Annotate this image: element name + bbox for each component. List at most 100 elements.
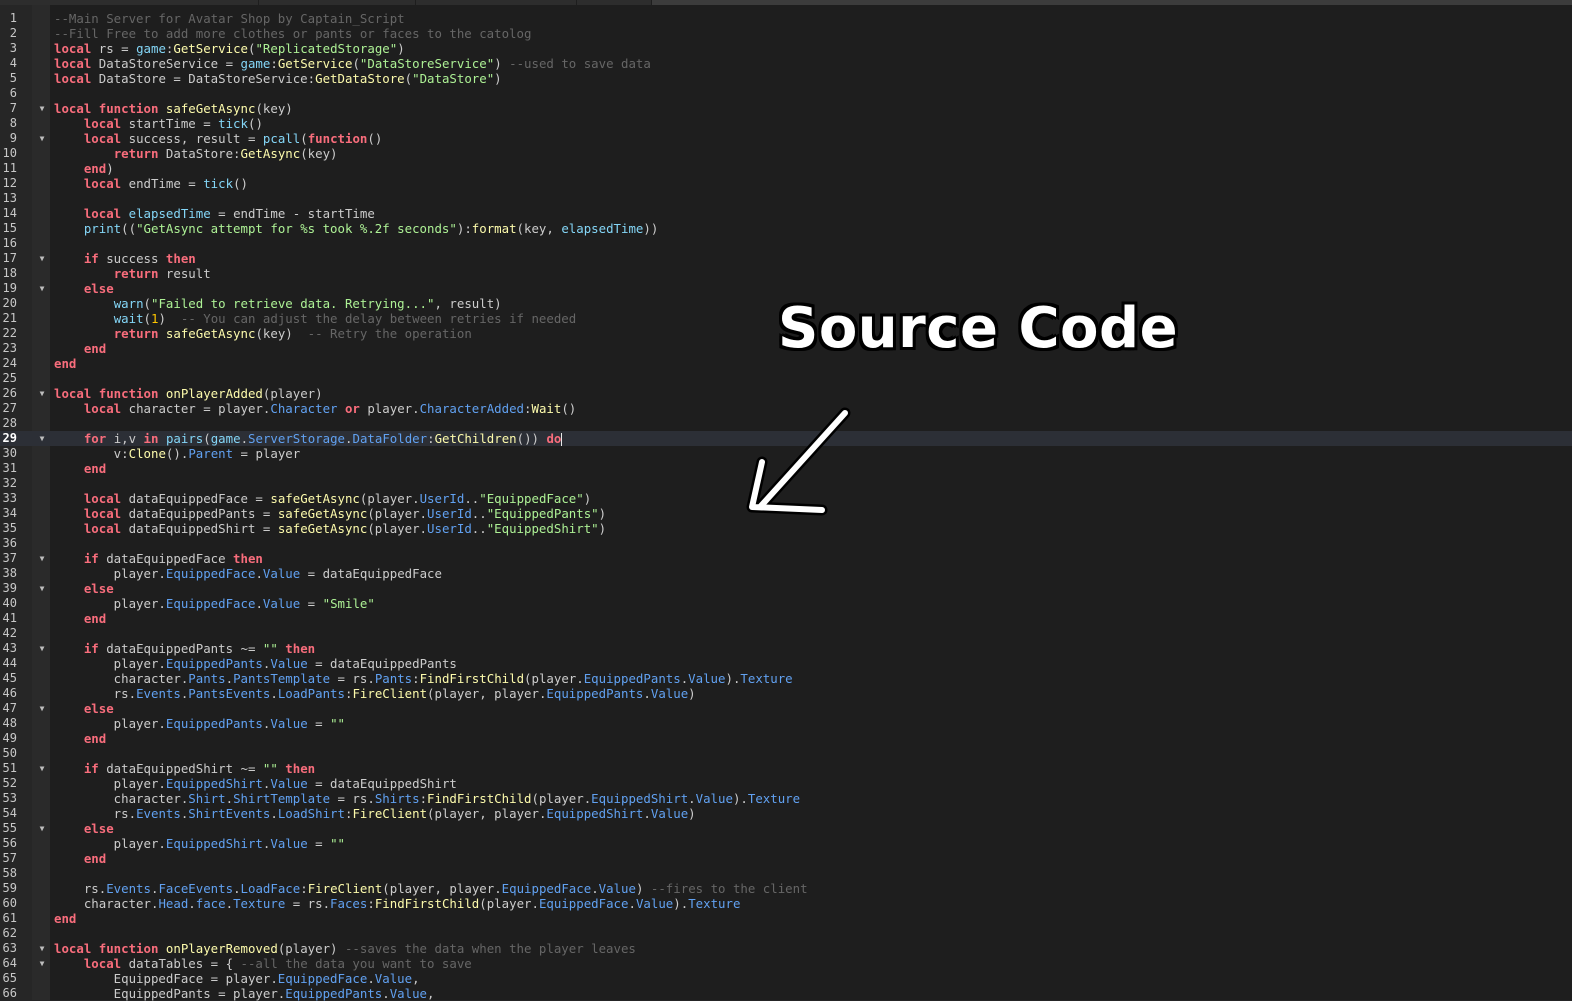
fold-toggle-icon[interactable]: ▼ xyxy=(37,431,47,446)
code-token: FireClient xyxy=(352,686,428,701)
code-token: safeGetAsync xyxy=(165,101,256,116)
code-line[interactable]: 48 player.EquippedPants.Value = "" xyxy=(0,716,1572,731)
code-line[interactable]: 25 xyxy=(0,371,1572,386)
code-line[interactable]: 12 local endTime = tick() xyxy=(0,176,1572,191)
code-token: --Main Server for Avatar Shop by Captain… xyxy=(54,11,405,26)
fold-toggle-icon[interactable]: ▼ xyxy=(37,131,47,146)
code-token: Character xyxy=(270,401,338,416)
code-text: rs.Events.ShirtEvents.LoadShirt:FireClie… xyxy=(54,806,696,821)
code-token: PantsEvents xyxy=(188,686,271,701)
code-line[interactable]: 17 ▼ if success then xyxy=(0,251,1572,266)
code-token: .. xyxy=(471,506,487,521)
code-line[interactable]: 59 rs.Events.FaceEvents.LoadFace:FireCli… xyxy=(0,881,1572,896)
fold-toggle-icon[interactable]: ▼ xyxy=(37,761,47,776)
code-line[interactable]: 2 --Fill Free to add more clothes or pant… xyxy=(0,26,1572,41)
line-number: 57 xyxy=(2,851,17,865)
code-token: Value xyxy=(270,716,308,731)
code-line[interactable]: 52 player.EquippedShirt.Value = dataEqui… xyxy=(0,776,1572,791)
code-line[interactable]: 45 character.Pants.PantsTemplate = rs.Pa… xyxy=(0,671,1572,686)
fold-toggle-icon[interactable]: ▼ xyxy=(37,581,47,596)
code-token: local xyxy=(83,521,122,536)
code-line[interactable]: 37 ▼ if dataEquippedFace then xyxy=(0,551,1572,566)
code-line[interactable]: 61 end xyxy=(0,911,1572,926)
code-line[interactable]: 1 --Main Server for Avatar Shop by Captai… xyxy=(0,11,1572,26)
fold-toggle-icon[interactable]: ▼ xyxy=(37,251,47,266)
code-line[interactable]: 13 xyxy=(0,191,1572,206)
code-line[interactable]: 11 end) xyxy=(0,161,1572,176)
fold-toggle-icon[interactable]: ▼ xyxy=(37,551,47,566)
code-line[interactable]: 19 ▼ else xyxy=(0,281,1572,296)
code-line[interactable]: 3 local rs = game:GetService("ReplicatedS… xyxy=(0,41,1572,56)
code-line[interactable]: 56 player.EquippedShirt.Value = "" xyxy=(0,836,1572,851)
fold-toggle-icon[interactable]: ▼ xyxy=(37,281,47,296)
code-line[interactable]: 36 xyxy=(0,536,1572,551)
code-line[interactable]: 49 end xyxy=(0,731,1572,746)
code-line[interactable]: 38 player.EquippedFace.Value = dataEquip… xyxy=(0,566,1572,581)
code-token: . xyxy=(628,896,636,911)
fold-toggle-icon[interactable]: ▼ xyxy=(37,941,47,956)
code-line[interactable]: 5 local DataStore = DataStoreService:GetD… xyxy=(0,71,1572,86)
line-number: 58 xyxy=(2,866,17,880)
code-line[interactable]: 53 character.Shirt.ShirtTemplate = rs.Sh… xyxy=(0,791,1572,806)
fold-toggle-icon[interactable]: ▼ xyxy=(37,641,47,656)
code-line[interactable]: 18 return result xyxy=(0,266,1572,281)
code-line[interactable]: 66 EquippedPants = player.EquippedPants.… xyxy=(0,986,1572,1001)
code-token: "EquippedFace" xyxy=(479,491,584,506)
code-token: ( xyxy=(203,431,211,446)
code-line[interactable]: 58 xyxy=(0,866,1572,881)
code-line[interactable]: 15 print(("GetAsync attempt for %s took … xyxy=(0,221,1572,236)
code-line[interactable]: 65 EquippedFace = player.EquippedFace.Va… xyxy=(0,971,1572,986)
code-line[interactable]: 46 rs.Events.PantsEvents.LoadPants:FireC… xyxy=(0,686,1572,701)
code-line[interactable]: 14 local elapsedTime = endTime - startTi… xyxy=(0,206,1572,221)
code-token: player. xyxy=(54,596,166,611)
code-line[interactable]: 47 ▼ else xyxy=(0,701,1572,716)
code-line[interactable]: 42 xyxy=(0,626,1572,641)
code-line[interactable]: 39 ▼ else xyxy=(0,581,1572,596)
code-text: if dataEquippedFace then xyxy=(54,551,263,566)
code-line[interactable]: 26 ▼ local function onPlayerAdded(player) xyxy=(0,386,1572,401)
code-token: LoadShirt xyxy=(277,806,345,821)
code-token: dataEquippedShirt = xyxy=(121,521,278,536)
code-line[interactable]: 43 ▼ if dataEquippedPants ~= "" then xyxy=(0,641,1572,656)
code-line[interactable]: 4 local DataStoreService = game:GetServic… xyxy=(0,56,1572,71)
code-line[interactable]: 55 ▼ else xyxy=(0,821,1572,836)
code-line[interactable]: 57 end xyxy=(0,851,1572,866)
code-token: rs. xyxy=(54,881,107,896)
code-line[interactable]: 64 ▼ local dataTables = { --all the data … xyxy=(0,956,1572,971)
code-line[interactable]: 60 character.Head.face.Texture = rs.Face… xyxy=(0,896,1572,911)
fold-toggle-icon[interactable]: ▼ xyxy=(37,101,47,116)
code-line[interactable]: 44 player.EquippedPants.Value = dataEqui… xyxy=(0,656,1572,671)
fold-toggle-icon[interactable]: ▼ xyxy=(37,701,47,716)
code-line[interactable]: 10 return DataStore:GetAsync(key) xyxy=(0,146,1572,161)
code-line[interactable]: 8 local startTime = tick() xyxy=(0,116,1572,131)
code-line[interactable]: 62 xyxy=(0,926,1572,941)
code-token: (key) xyxy=(255,101,293,116)
code-line[interactable]: 6 xyxy=(0,86,1572,101)
fold-toggle-icon[interactable]: ▼ xyxy=(37,386,47,401)
code-token: dataEquippedPants ~= xyxy=(98,641,263,656)
code-token: LoadFace xyxy=(240,881,301,896)
code-line[interactable]: 40 player.EquippedFace.Value = "Smile" xyxy=(0,596,1572,611)
code-token: (player. xyxy=(531,791,592,806)
code-token: dataEquippedPants = xyxy=(121,506,278,521)
code-line[interactable]: 16 xyxy=(0,236,1572,251)
line-number: 62 xyxy=(2,926,17,940)
fold-toggle-icon[interactable]: ▼ xyxy=(37,821,47,836)
code-token: ShirtTemplate xyxy=(233,791,331,806)
code-line[interactable]: 54 rs.Events.ShirtEvents.LoadShirt:FireC… xyxy=(0,806,1572,821)
text-cursor xyxy=(561,433,563,446)
fold-toggle-icon[interactable]: ▼ xyxy=(37,956,47,971)
code-line[interactable]: 41 end xyxy=(0,611,1572,626)
code-token: . xyxy=(367,971,375,986)
code-token: --all the data you want to save xyxy=(240,956,472,971)
code-line[interactable]: 9 ▼ local success, result = pcall(functio… xyxy=(0,131,1572,146)
code-line[interactable]: 63 ▼ local function onPlayerRemoved(player… xyxy=(0,941,1572,956)
code-token: end xyxy=(83,461,107,476)
code-token: in xyxy=(143,431,159,446)
code-line[interactable]: 7 ▼ local function safeGetAsync(key) xyxy=(0,101,1572,116)
code-text: character.Head.face.Texture = rs.Faces:F… xyxy=(54,896,741,911)
code-text: for i,v in pairs(game.ServerStorage.Data… xyxy=(54,431,563,446)
code-line[interactable]: 51 ▼ if dataEquippedShirt ~= "" then xyxy=(0,761,1572,776)
code-line[interactable]: 50 xyxy=(0,746,1572,761)
